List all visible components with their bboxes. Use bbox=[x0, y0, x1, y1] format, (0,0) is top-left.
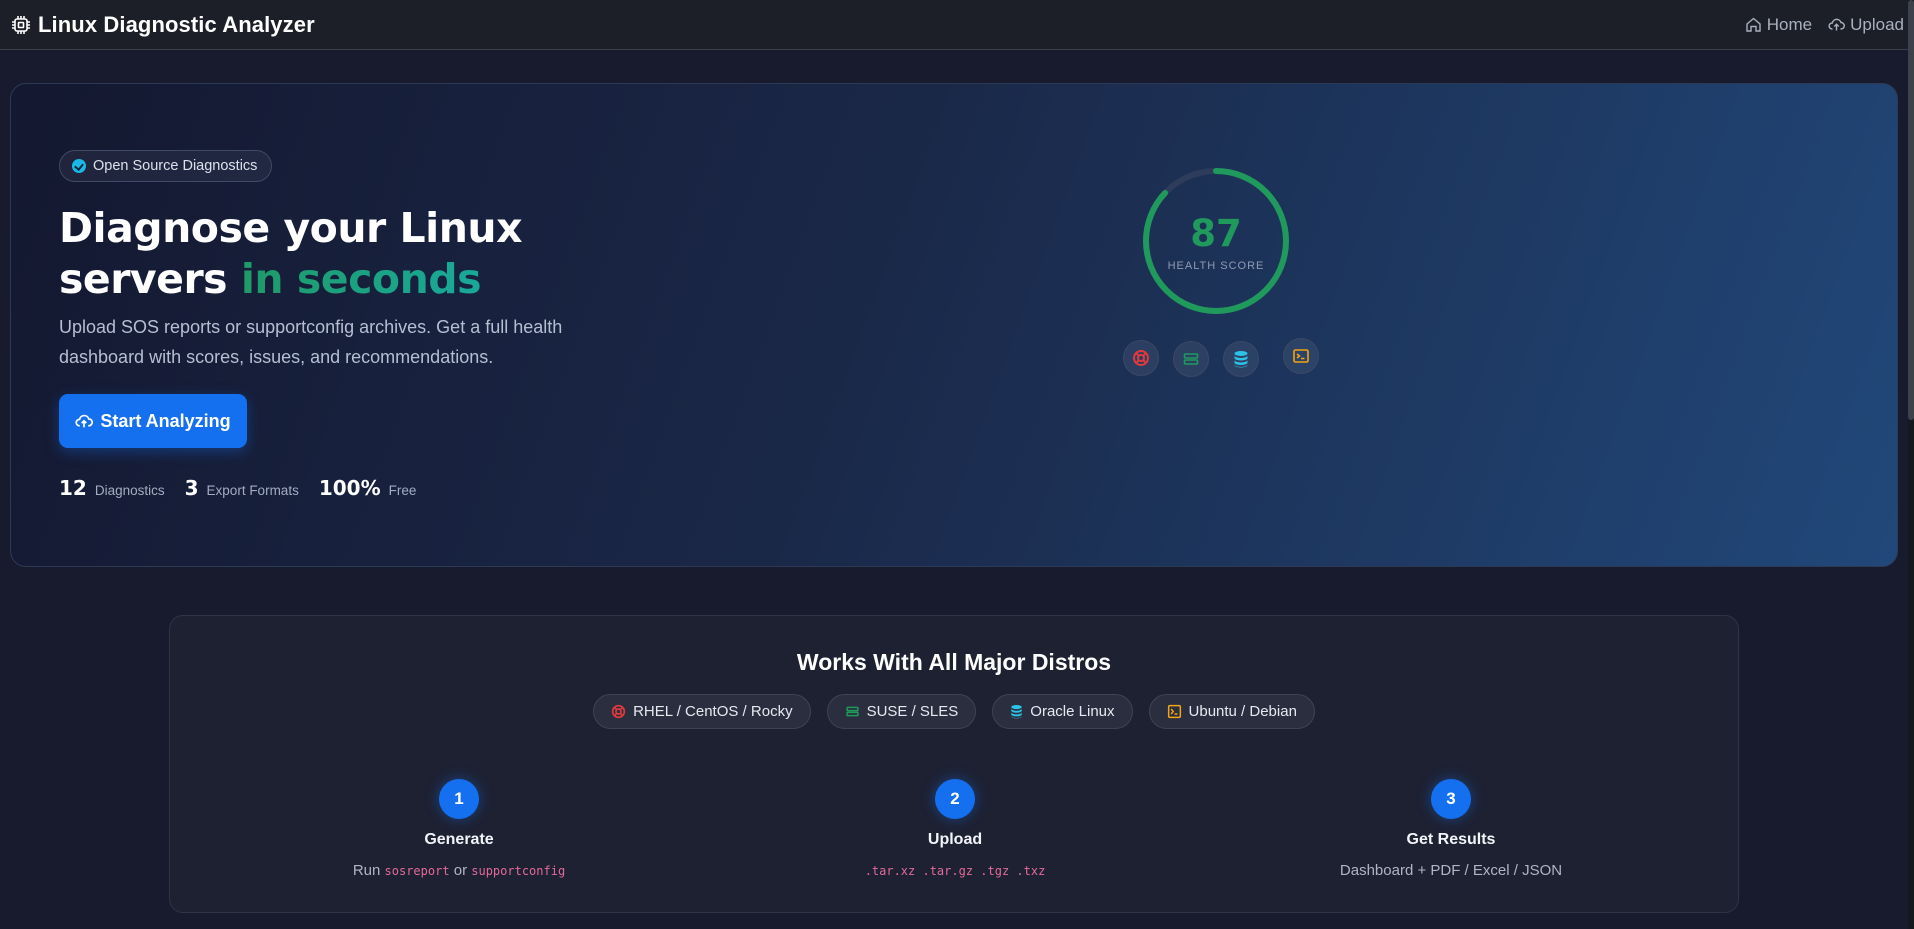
stat-diagnostics: 12 Diagnostics bbox=[59, 476, 165, 500]
steps-row: 1 Generate Run sosreport or supportconfi… bbox=[170, 779, 1738, 889]
oracle-database-icon bbox=[1011, 705, 1023, 719]
pill-rhel[interactable]: RHEL / CentOS / Rocky bbox=[593, 694, 811, 729]
nav-upload-link[interactable]: Upload bbox=[1828, 15, 1904, 35]
hero-section: Open Source Diagnostics Diagnose your Li… bbox=[10, 83, 1898, 567]
navbar: Linux Diagnostic Analyzer Home Upload bbox=[0, 0, 1914, 50]
redhat-lifebuoy-icon bbox=[611, 704, 626, 719]
distros-card: Works With All Major Distros RHEL / Cent… bbox=[169, 615, 1739, 913]
cpu-chip-icon bbox=[10, 14, 32, 36]
brand[interactable]: Linux Diagnostic Analyzer bbox=[10, 12, 315, 38]
step-get-results: 3 Get Results Dashboard + PDF / Excel / … bbox=[1301, 779, 1601, 879]
cloud-upload-icon bbox=[75, 414, 94, 428]
pill-label: Oracle Linux bbox=[1030, 703, 1115, 720]
hero-title-plain: servers bbox=[59, 255, 228, 303]
pill-ubuntu[interactable]: Ubuntu / Debian bbox=[1148, 694, 1315, 729]
distros-title: Works With All Major Distros bbox=[796, 649, 1112, 675]
nav-links: Home Upload bbox=[1745, 15, 1904, 35]
check-badge-icon bbox=[72, 159, 86, 173]
cta-label: Start Analyzing bbox=[100, 410, 231, 431]
pill-suse[interactable]: SUSE / SLES bbox=[826, 694, 977, 729]
step-description: .tar.xz .tar.gz .tgz .txz bbox=[805, 862, 1105, 879]
pill-label: RHEL / CentOS / Rocky bbox=[633, 703, 793, 720]
start-analyzing-button[interactable]: Start Analyzing bbox=[59, 394, 247, 448]
stat-label: Export Formats bbox=[206, 483, 299, 498]
step-upload: 2 Upload .tar.xz .tar.gz .tgz .txz bbox=[805, 779, 1105, 879]
step-desc-code-sosreport: sosreport bbox=[384, 864, 450, 878]
suse-server-icon bbox=[845, 706, 859, 717]
hero-title-line1: Diagnose your Linux bbox=[59, 204, 523, 252]
stat-label: Diagnostics bbox=[94, 483, 165, 498]
hero-stats: 12 Diagnostics 3 Export Formats 100% Fre… bbox=[59, 476, 416, 500]
hero-subtitle: Upload SOS reports or supportconfig arch… bbox=[59, 317, 563, 367]
ubuntu-terminal-icon bbox=[1283, 338, 1319, 374]
stat-label: Free bbox=[388, 483, 417, 498]
stat-export-formats: 3 Export Formats bbox=[185, 476, 299, 500]
step-desc-code-extensions: .tar.xz .tar.gz .tgz .txz bbox=[864, 864, 1046, 878]
pill-label: SUSE / SLES bbox=[866, 703, 959, 720]
nav-upload-label: Upload bbox=[1850, 14, 1904, 34]
stat-value: 12 bbox=[59, 476, 87, 500]
step-number: 1 bbox=[439, 779, 479, 819]
pill-label: Ubuntu / Debian bbox=[1188, 703, 1297, 720]
step-description: Run sosreport or supportconfig bbox=[309, 862, 609, 879]
step-desc-run: Run bbox=[352, 862, 381, 879]
health-score-gauge: 87 HEALTH SCORE bbox=[1141, 166, 1291, 316]
ubuntu-terminal-icon bbox=[1167, 704, 1181, 719]
scrollbar-thumb[interactable] bbox=[1908, 0, 1914, 420]
hero-title: Diagnose your Linux servers in seconds bbox=[59, 203, 619, 305]
stat-value: 100% bbox=[318, 476, 381, 500]
pill-oracle[interactable]: Oracle Linux bbox=[992, 694, 1133, 729]
redhat-lifebuoy-icon bbox=[1123, 340, 1159, 376]
step-description: Dashboard + PDF / Excel / JSON bbox=[1339, 862, 1563, 879]
step-desc-code-supportconfig: supportconfig bbox=[471, 864, 566, 878]
app-title: Linux Diagnostic Analyzer bbox=[38, 11, 315, 37]
page-scrollbar[interactable] bbox=[1908, 0, 1914, 929]
badge-label: Open Source Diagnostics bbox=[93, 158, 258, 174]
nav-home-link[interactable]: Home bbox=[1745, 15, 1812, 35]
hero-title-accent: in seconds bbox=[240, 255, 482, 303]
distro-icon-row bbox=[1123, 338, 1323, 382]
stat-free: 100% Free bbox=[319, 476, 417, 500]
distro-pills: RHEL / CentOS / Rocky SUSE / SLES Oracle… bbox=[170, 694, 1738, 729]
step-title: Generate bbox=[424, 831, 494, 848]
nav-home-label: Home bbox=[1766, 14, 1813, 34]
step-title: Get Results bbox=[1406, 831, 1496, 848]
health-score-value: 87 bbox=[1190, 212, 1242, 255]
open-source-badge: Open Source Diagnostics bbox=[59, 150, 273, 182]
stat-value: 3 bbox=[184, 476, 199, 500]
house-icon bbox=[1746, 17, 1761, 32]
cloud-upload-icon bbox=[1828, 18, 1845, 31]
oracle-database-icon bbox=[1223, 341, 1259, 377]
step-title: Upload bbox=[927, 831, 983, 848]
health-score-label: HEALTH SCORE bbox=[1167, 260, 1265, 272]
suse-server-icon bbox=[1173, 341, 1209, 377]
step-number: 2 bbox=[935, 779, 975, 819]
step-generate: 1 Generate Run sosreport or supportconfi… bbox=[309, 779, 609, 879]
step-desc-or: or bbox=[453, 862, 468, 879]
step-number: 3 bbox=[1431, 779, 1471, 819]
